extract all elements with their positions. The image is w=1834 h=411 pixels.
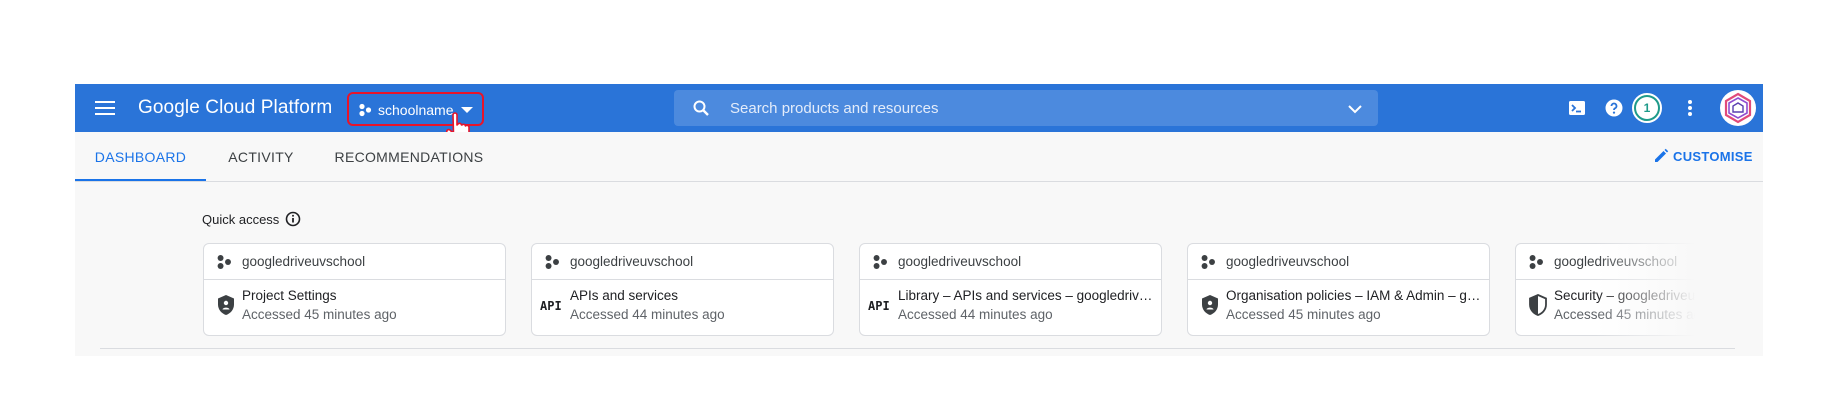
tabs-divider	[75, 181, 502, 182]
project-dots-icon	[873, 255, 887, 269]
shield-icon	[1202, 295, 1218, 315]
menu-icon[interactable]	[95, 98, 115, 118]
section-divider	[100, 348, 1735, 349]
card-project-name: googledriveuvschool	[242, 254, 366, 269]
svg-text:API: API	[868, 299, 890, 313]
shield-icon	[218, 295, 234, 315]
info-icon[interactable]	[285, 211, 301, 227]
notifications-count: 1	[1643, 101, 1651, 115]
card-title: Organisation policies – IAM & Admin – go…	[1226, 288, 1481, 303]
card-header: googledriveuvschool	[204, 244, 505, 280]
quick-access-card[interactable]: googledriveuvschool API Library – APIs a…	[859, 243, 1162, 336]
project-dots-icon	[545, 255, 559, 269]
project-dots-icon	[359, 103, 372, 117]
search-input[interactable]	[730, 90, 1330, 126]
cloud-console-frame: Google Cloud Platform schoolname Search …	[75, 84, 1763, 356]
pencil-icon	[1655, 148, 1669, 162]
tab-dashboard[interactable]: DASHBOARD	[75, 132, 206, 182]
api-icon: API	[540, 299, 562, 313]
account-avatar[interactable]	[1720, 90, 1756, 126]
card-accessed-time: Accessed 44 minutes ago	[570, 307, 725, 322]
card-header: googledriveuvschool	[1516, 244, 1763, 280]
card-header: googledriveuvschool	[532, 244, 833, 280]
card-project-name: googledriveuvschool	[898, 254, 1022, 269]
project-dots-icon	[1529, 255, 1543, 269]
tabs-divider-right	[502, 181, 1763, 182]
quick-access-card[interactable]: googledriveuvschool Security – googledri…	[1515, 243, 1763, 336]
dashboard-tabs: DASHBOARD ACTIVITY RECOMMENDATIONS CUSTO…	[75, 132, 1763, 182]
card-title: Project Settings	[242, 288, 337, 303]
card-header: googledriveuvschool	[1188, 244, 1489, 280]
api-icon: API	[868, 299, 890, 313]
card-accessed-time: Accessed 45 minutes ago	[242, 307, 397, 322]
top-app-bar: Google Cloud Platform schoolname Search …	[75, 84, 1763, 144]
card-header: googledriveuvschool	[860, 244, 1161, 280]
security-shield-icon	[1529, 294, 1547, 316]
avatar-logo-icon	[1724, 92, 1752, 124]
search-icon	[693, 100, 709, 116]
card-accessed-time: Accessed 44 minutes ago	[898, 307, 1053, 322]
card-accessed-time: Accessed 45 minutes ago	[1554, 307, 1709, 322]
card-title: APIs and services	[570, 288, 679, 303]
project-dots-icon	[217, 255, 231, 269]
notifications-badge-inner: 1	[1636, 97, 1658, 119]
tab-recommendations[interactable]: RECOMMENDATIONS	[316, 132, 502, 182]
quick-access-title: Quick access	[202, 212, 280, 227]
card-project-name: googledriveuvschool	[1226, 254, 1350, 269]
more-vert-icon[interactable]	[1678, 96, 1702, 120]
tab-activity[interactable]: ACTIVITY	[206, 132, 316, 182]
help-icon[interactable]	[1602, 96, 1626, 120]
search-bar[interactable]	[674, 90, 1378, 126]
quick-access-card[interactable]: googledriveuvschool Project Settings Acc…	[203, 243, 506, 336]
chevron-down-icon[interactable]	[1346, 100, 1364, 118]
quick-access-card[interactable]: googledriveuvschool Organisation policie…	[1187, 243, 1490, 336]
quick-access-card[interactable]: googledriveuvschool API APIs and service…	[531, 243, 834, 336]
project-name: schoolname	[378, 102, 454, 118]
svg-text:API: API	[540, 299, 562, 313]
card-accessed-time: Accessed 45 minutes ago	[1226, 307, 1381, 322]
card-project-name: googledriveuvschool	[570, 254, 694, 269]
cloud-shell-icon[interactable]	[1565, 96, 1589, 120]
card-project-name: googledriveuvschool	[1554, 254, 1678, 269]
customise-label: CUSTOMISE	[1673, 149, 1753, 164]
card-title: Security – googledriveuvschool	[1554, 288, 1741, 303]
notifications-badge[interactable]: 1	[1632, 93, 1662, 123]
card-title: Library – APIs and services – googledriv…	[898, 288, 1153, 303]
project-dots-icon	[1201, 255, 1215, 269]
brand-title[interactable]: Google Cloud Platform	[138, 97, 332, 119]
